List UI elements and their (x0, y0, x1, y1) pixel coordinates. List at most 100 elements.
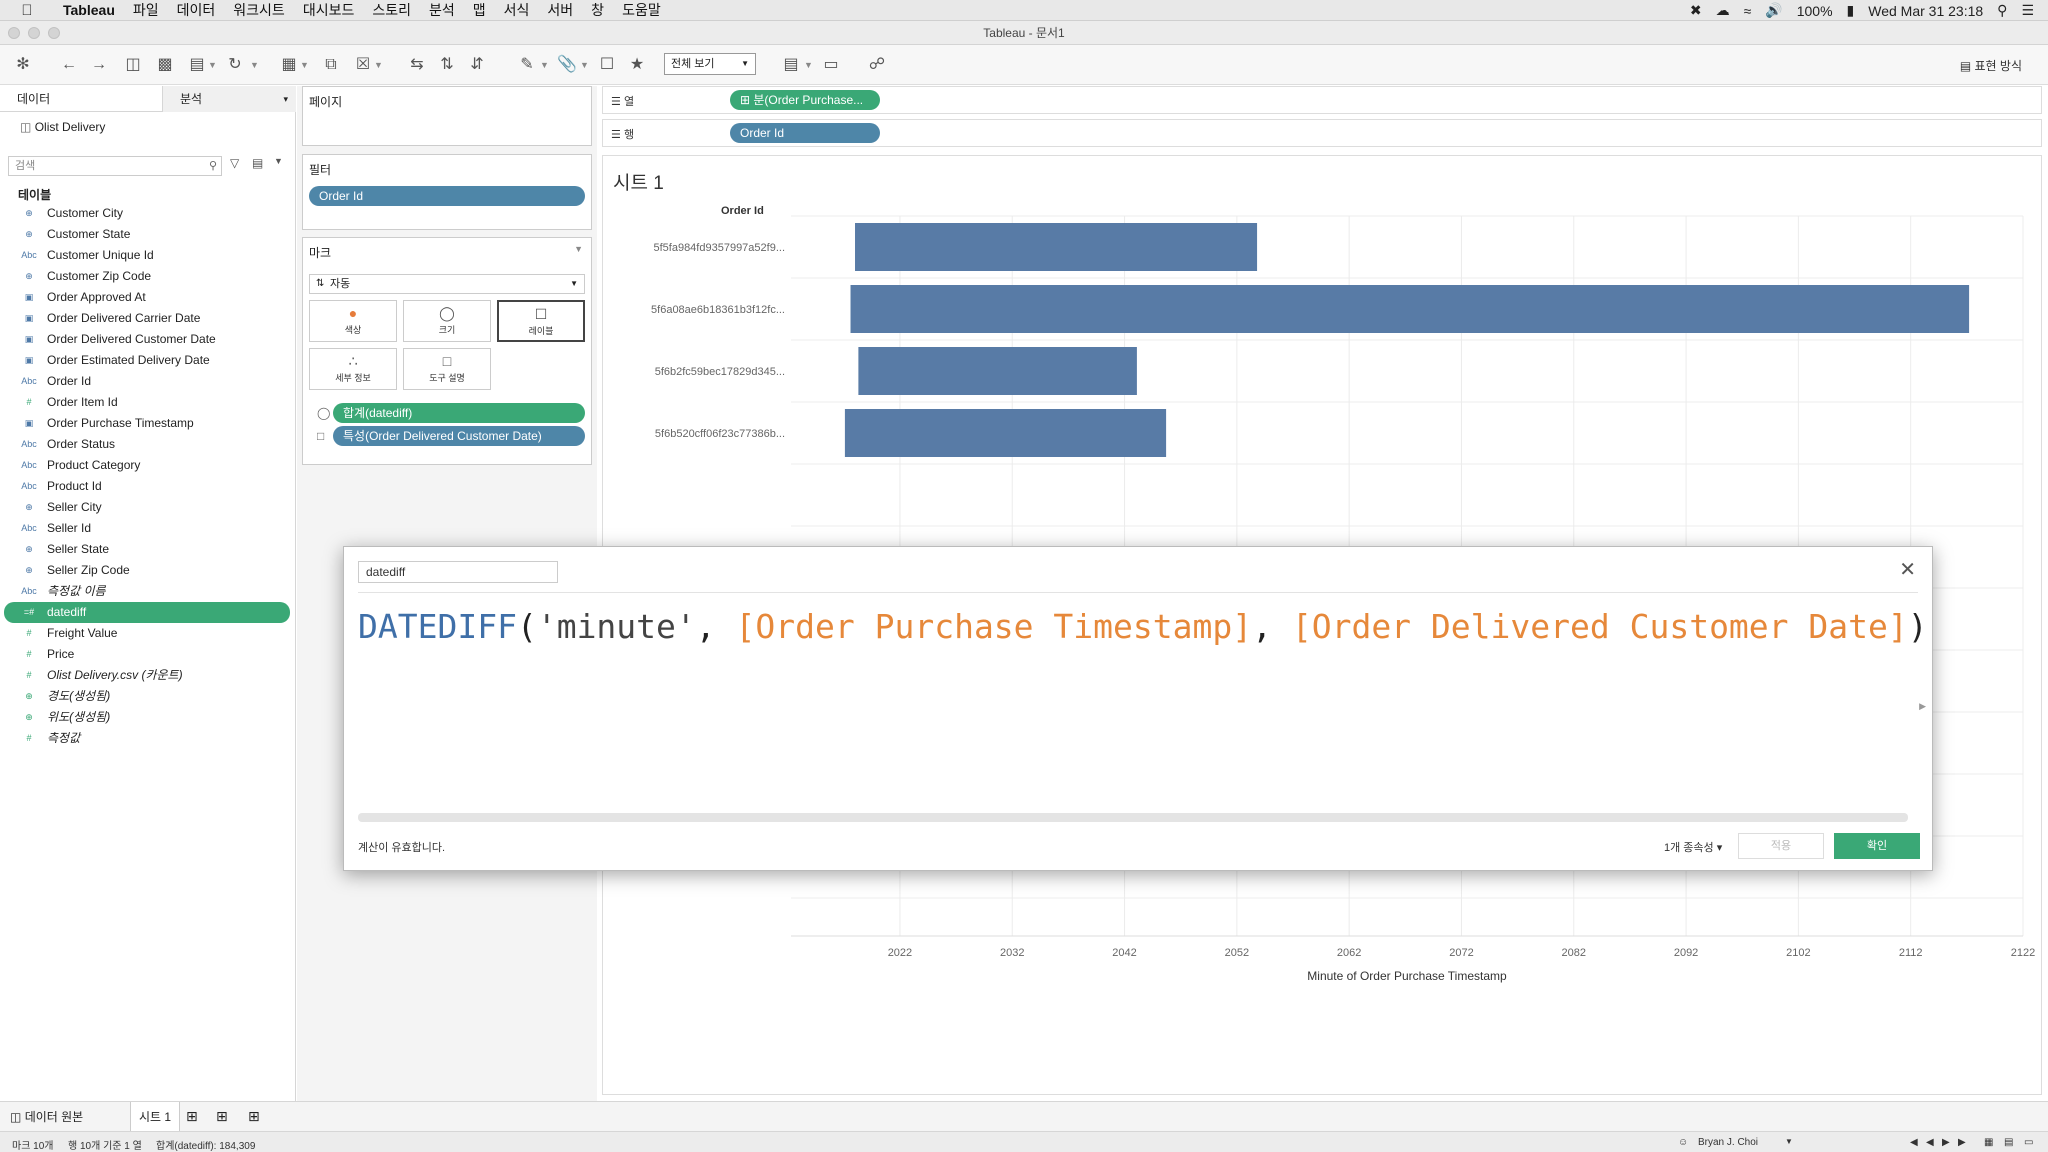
field-item[interactable]: # Freight Value (0, 623, 296, 644)
filter-pill-order-id[interactable]: Order Id (309, 186, 585, 206)
next-sheet-icon[interactable]: ▶ (1942, 1137, 1950, 1148)
mark-pill-attr-delivered[interactable]: 특성(Order Delivered Customer Date) (333, 426, 585, 446)
field-item[interactable]: ⊕ Customer Zip Code (0, 266, 296, 287)
redo-icon[interactable]: → (88, 54, 110, 76)
new-worksheet-icon[interactable]: ⊞ (186, 1108, 198, 1125)
tab-analysis[interactable]: 분석 ▾ (162, 86, 296, 112)
show-me-button[interactable]: ▤ 표현 방식 (1960, 57, 2022, 74)
x-tick-label[interactable]: 2082 (1562, 947, 1586, 959)
pin-icon[interactable]: ★ (626, 54, 648, 76)
bar-3[interactable] (858, 347, 1137, 395)
pages-card[interactable]: 페이지 (302, 86, 592, 146)
labels-icon[interactable]: ☐ (596, 54, 618, 76)
formula-editor[interactable]: DATEDIFF('minute', [Order Purchase Times… (358, 607, 1928, 646)
new-worksheet-icon[interactable]: ▦ (278, 54, 300, 76)
field-item[interactable]: ⊕ Seller Zip Code (0, 560, 296, 581)
swap-icon[interactable]: ⇆ (406, 54, 428, 76)
search-input[interactable]: 검색 ⚲ (8, 156, 222, 176)
field-item[interactable]: Abc Product Category (0, 455, 296, 476)
status-icon[interactable]: ✖ (1690, 2, 1702, 19)
show-labels-icon[interactable]: ▤ (780, 54, 802, 76)
menu-item-window[interactable]: 창 (582, 0, 613, 20)
menu-item-file[interactable]: 파일 (124, 0, 168, 20)
new-datasource-icon[interactable]: ▩ (154, 54, 176, 76)
field-item[interactable]: Abc Customer Unique Id (0, 245, 296, 266)
field-item[interactable]: ⊕ Customer City (0, 203, 296, 224)
chevron-down-icon[interactable]: ▼ (1785, 1137, 1793, 1146)
highlight-icon[interactable]: ✎ (516, 54, 538, 76)
datasource-item[interactable]: ◫ Olist Delivery (20, 120, 105, 134)
x-axis-title[interactable]: Minute of Order Purchase Timestamp (1307, 969, 1507, 983)
show-filmstrip-icon[interactable]: ▤ (2004, 1137, 2013, 1148)
x-tick-label[interactable]: 2122 (2011, 947, 2035, 959)
field-item[interactable]: ▣ Order Delivered Carrier Date (0, 308, 296, 329)
dropdown-icon[interactable]: ▼ (300, 54, 309, 76)
show-sheet-sorter-icon[interactable]: ▦ (1984, 1137, 1993, 1148)
dropdown-icon[interactable]: ▼ (250, 54, 259, 76)
x-tick-label[interactable]: 2112 (1899, 947, 1923, 959)
menu-item-server[interactable]: 서버 (538, 0, 582, 20)
new-story-icon[interactable]: ⊞ (248, 1108, 260, 1125)
apply-button[interactable]: 적용 (1738, 833, 1824, 859)
prev-sheet-icon[interactable]: ◀ (1926, 1137, 1934, 1148)
x-tick-label[interactable]: 2052 (1225, 947, 1249, 959)
tab-data[interactable]: 데이터 (0, 86, 162, 112)
x-tick-label[interactable]: 2032 (1000, 947, 1024, 959)
undo-icon[interactable]: ← (58, 54, 80, 76)
columns-shelf[interactable]: ☰ 열 ⊞ 분(Order Purchase... (602, 86, 2042, 114)
duplicate-sheet-icon[interactable]: ⧉ (320, 54, 342, 76)
view-mode-select[interactable]: 전체 보기 ▼ (664, 53, 756, 75)
menu-item-help[interactable]: 도움말 (613, 0, 670, 20)
field-item[interactable]: # 측정값 (0, 728, 296, 749)
field-item[interactable]: Abc Order Id (0, 371, 296, 392)
expand-functions-icon[interactable]: ▶ (1919, 701, 1926, 712)
dropdown-icon[interactable]: ▼ (374, 54, 383, 76)
field-item[interactable]: ⊕ Seller City (0, 497, 296, 518)
clock[interactable]: Wed Mar 31 23:18 (1868, 3, 1983, 19)
user-menu[interactable]: Bryan J. Choi (1698, 1137, 1758, 1148)
x-tick-label[interactable]: 2072 (1449, 947, 1473, 959)
row-label[interactable]: 5f6b520cff06f23c77386b... (655, 428, 785, 440)
x-tick-label[interactable]: 2092 (1674, 947, 1698, 959)
menu-item-worksheet[interactable]: 워크시트 (224, 0, 294, 20)
field-item[interactable]: Abc Product Id (0, 476, 296, 497)
x-tick-label[interactable]: 2042 (1112, 947, 1136, 959)
row-label[interactable]: 5f6b2fc59bec17829d345... (655, 366, 785, 378)
x-tick-label[interactable]: 2102 (1786, 947, 1810, 959)
field-item[interactable]: ▣ Order Approved At (0, 287, 296, 308)
first-sheet-icon[interactable]: ◀ (1910, 1137, 1918, 1148)
minimize-window-button[interactable] (28, 27, 40, 39)
tableau-logo-icon[interactable]: ✻ (12, 54, 34, 76)
field-item[interactable]: Abc 측정값 이름 (0, 581, 296, 602)
sort-ascending-icon[interactable]: ⇅ (436, 54, 458, 76)
field-item[interactable]: ▣ Order Estimated Delivery Date (0, 350, 296, 371)
label-mark-button[interactable]: ☐ 레이블 (497, 300, 585, 342)
dropdown-icon[interactable]: ▼ (208, 54, 217, 76)
group-icon[interactable]: 📎 (556, 54, 578, 76)
bar-1[interactable] (855, 223, 1258, 271)
view-options-icon[interactable]: ▤ (252, 156, 263, 170)
x-tick-label[interactable]: 2062 (1337, 947, 1361, 959)
rows-shelf[interactable]: ☰ 행 Order Id (602, 119, 2042, 147)
field-item[interactable]: ⊕ Customer State (0, 224, 296, 245)
share-icon[interactable]: ☍ (866, 54, 888, 76)
pause-updates-icon[interactable]: ▤ (186, 54, 208, 76)
tab-sheet-1[interactable]: 시트 1 (130, 1102, 181, 1132)
field-item[interactable]: # Olist Delivery.csv (카운트) (0, 665, 296, 686)
field-item[interactable]: ▣ Order Purchase Timestamp (0, 413, 296, 434)
menu-item-map[interactable]: 맵 (464, 0, 495, 20)
dependencies-dropdown[interactable]: 1개 종속성 ▾ (1664, 839, 1722, 855)
row-label[interactable]: 5f5fa984fd9357997a52f9... (653, 242, 785, 254)
battery-icon[interactable]: ▮ (1847, 2, 1855, 19)
clear-sheet-icon[interactable]: ☒ (352, 54, 374, 76)
dropdown-icon[interactable]: ▼ (540, 54, 549, 76)
cloud-icon[interactable]: ☁ (1716, 2, 1730, 19)
dropdown-icon[interactable]: ▼ (580, 54, 589, 76)
sort-descending-icon[interactable]: ⇵ (466, 54, 488, 76)
field-item[interactable]: ⊕ 위도(생성됨) (0, 707, 296, 728)
menu-item-data[interactable]: 데이터 (168, 0, 225, 20)
menu-app-name[interactable]: Tableau (54, 2, 124, 18)
new-dashboard-icon[interactable]: ⊞ (216, 1108, 228, 1125)
field-item[interactable]: Abc Seller Id (0, 518, 296, 539)
last-sheet-icon[interactable]: ▶ (1958, 1137, 1966, 1148)
